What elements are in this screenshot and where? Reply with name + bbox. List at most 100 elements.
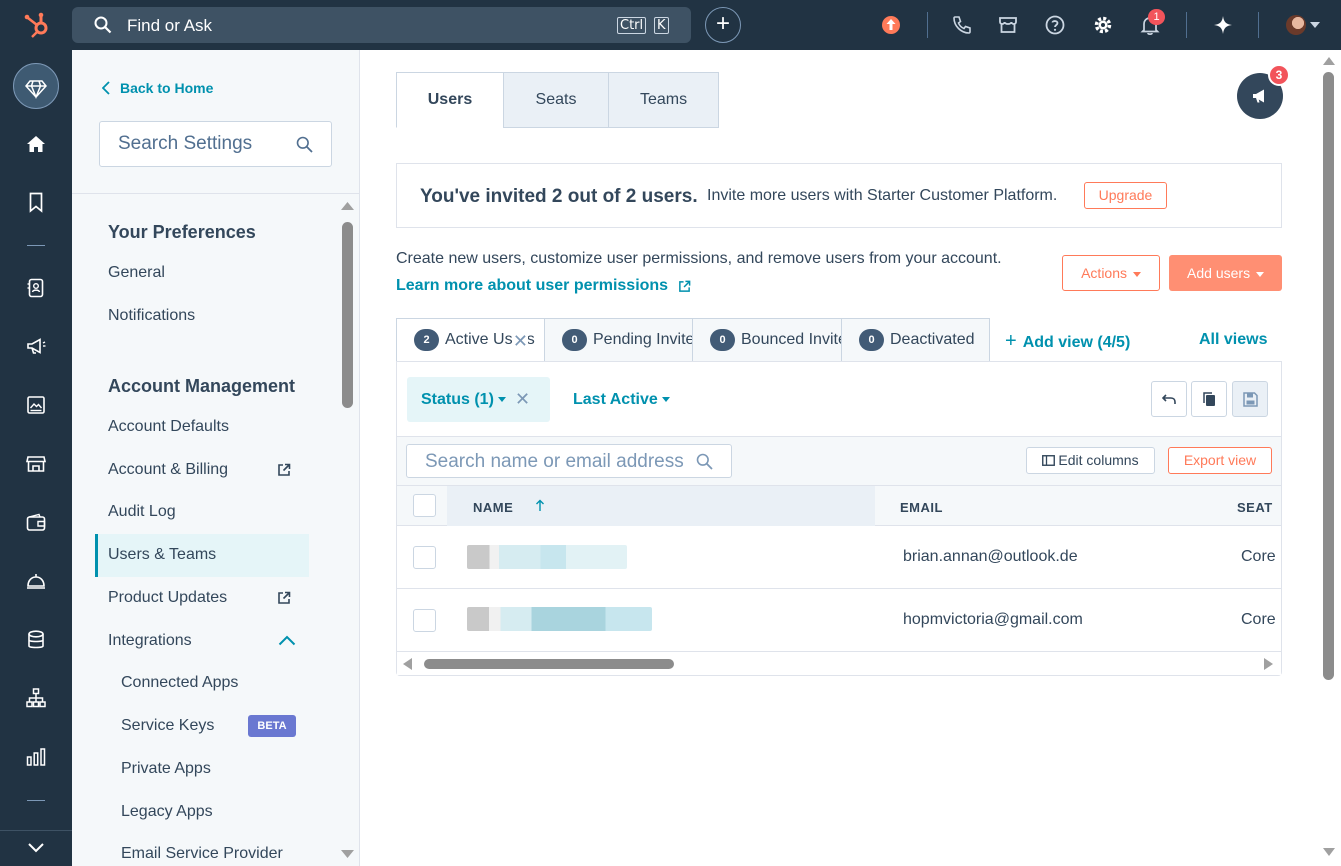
clone-view-button[interactable] xyxy=(1191,381,1227,417)
table-row[interactable]: brian.annan@outlook.de Core xyxy=(397,526,1281,589)
contacts-icon[interactable] xyxy=(24,276,48,300)
settings-gear-icon[interactable] xyxy=(1091,13,1115,37)
learn-more-permissions-link[interactable]: Learn more about user permissions xyxy=(396,277,691,295)
table-scroll-thumb[interactable] xyxy=(424,659,674,669)
sidebar-scrollbar[interactable] xyxy=(340,200,354,864)
add-users-button[interactable]: Add users xyxy=(1169,255,1282,291)
scroll-down-arrow-icon[interactable] xyxy=(1323,848,1335,857)
sidebar-item-private-apps[interactable]: Private Apps xyxy=(121,760,211,778)
back-to-home-label: Back to Home xyxy=(120,80,214,96)
hubspot-logo-icon[interactable] xyxy=(22,10,52,40)
content-icon[interactable] xyxy=(24,393,48,417)
sidebar-item-audit-log[interactable]: Audit Log xyxy=(108,503,176,521)
chevron-up-icon[interactable] xyxy=(278,635,296,646)
marketplace-icon[interactable] xyxy=(996,13,1020,37)
global-search[interactable]: Find or Ask Ctrl K xyxy=(72,7,691,43)
sidebar-item-integrations[interactable]: Integrations xyxy=(108,632,192,650)
primary-nav xyxy=(0,50,72,866)
column-header-email[interactable]: EMAIL xyxy=(900,500,943,515)
add-view-button[interactable]: + Add view (4/5) xyxy=(1005,330,1130,353)
reset-view-button[interactable] xyxy=(1151,381,1187,417)
scroll-up-arrow-icon[interactable] xyxy=(1323,56,1335,65)
nav-expand-area[interactable] xyxy=(0,830,72,866)
upgrade-icon[interactable] xyxy=(879,13,903,37)
user-avatar-name-redacted xyxy=(467,607,652,631)
reports-bar-chart-icon[interactable] xyxy=(24,745,48,769)
last-active-filter[interactable]: Last Active xyxy=(573,391,671,409)
avatar[interactable] xyxy=(1286,15,1306,35)
sidebar-item-product-updates[interactable]: Product Updates xyxy=(108,589,227,607)
scroll-up-arrow-icon[interactable] xyxy=(341,200,354,210)
sidebar-item-notifications[interactable]: Notifications xyxy=(108,307,195,325)
status-filter-chip[interactable]: Status (1) ✕ xyxy=(407,377,550,422)
tab-users[interactable]: Users xyxy=(396,72,504,128)
chevron-down-icon[interactable] xyxy=(1310,22,1320,28)
shortcut-k: K xyxy=(654,17,669,34)
table-search-input[interactable] xyxy=(425,451,685,473)
view-tab-active-users[interactable]: 2 Active Users ✕ xyxy=(396,318,545,362)
caret-down-icon xyxy=(1255,271,1264,277)
scroll-left-arrow-icon[interactable] xyxy=(402,658,412,670)
megaphone-icon[interactable] xyxy=(24,334,48,358)
actions-dropdown-button[interactable]: Actions xyxy=(1062,255,1160,291)
database-icon[interactable] xyxy=(24,628,48,652)
sidebar-item-account-defaults[interactable]: Account Defaults xyxy=(108,418,229,436)
row-checkbox[interactable] xyxy=(413,546,436,569)
phone-icon[interactable] xyxy=(950,13,974,37)
user-seat: Core xyxy=(1241,611,1276,628)
settings-search[interactable] xyxy=(99,121,332,167)
upgrade-button[interactable]: Upgrade xyxy=(1084,182,1167,209)
column-header-seat[interactable]: SEAT xyxy=(1237,500,1273,515)
view-tabs: 2 Active Users ✕ 0 Pending Invites 0 Bou… xyxy=(396,318,990,362)
view-tab-deactivated[interactable]: 0 Deactivated xyxy=(841,318,990,362)
sort-ascending-arrow-icon[interactable] xyxy=(535,499,545,512)
sidebar-item-account-billing[interactable]: Account & Billing xyxy=(108,461,228,479)
service-bell-icon[interactable] xyxy=(24,569,48,593)
ai-sparkle-icon[interactable] xyxy=(1211,13,1235,37)
view-tab-bounced-invites[interactable]: 0 Bounced Invites xyxy=(692,318,842,362)
page-scrollbar[interactable] xyxy=(1322,52,1336,862)
section-your-preferences: Your Preferences xyxy=(108,222,256,242)
sidebar-item-legacy-apps[interactable]: Legacy Apps xyxy=(121,803,213,821)
caret-down-icon xyxy=(498,397,507,403)
diamond-icon[interactable] xyxy=(24,76,48,100)
invite-limit-banner: You've invited 2 out of 2 users. Invite … xyxy=(396,163,1282,228)
tab-teams[interactable]: Teams xyxy=(608,72,719,128)
close-view-icon[interactable]: ✕ xyxy=(512,331,528,352)
scroll-right-arrow-icon[interactable] xyxy=(1264,658,1274,670)
sidebar-item-service-keys[interactable]: Service Keys xyxy=(121,717,214,735)
sidebar-item-email-service-provider[interactable]: Email Service Provider xyxy=(121,845,283,863)
all-views-link[interactable]: All views xyxy=(1199,331,1267,349)
beta-badge: BETA xyxy=(248,715,296,737)
announcements-button[interactable]: 3 xyxy=(1237,64,1290,119)
export-view-button[interactable]: Export view xyxy=(1168,447,1272,474)
home-icon[interactable] xyxy=(24,132,48,156)
tab-seats[interactable]: Seats xyxy=(503,72,609,128)
sidebar-scroll-thumb[interactable] xyxy=(342,222,353,408)
caret-down-icon xyxy=(662,397,671,403)
commerce-store-icon[interactable] xyxy=(24,452,48,476)
create-button[interactable]: + xyxy=(705,7,741,43)
row-checkbox[interactable] xyxy=(413,609,436,632)
clear-filter-icon[interactable]: ✕ xyxy=(515,389,530,410)
settings-search-input[interactable] xyxy=(118,133,288,155)
undo-icon xyxy=(1162,394,1176,404)
sidebar-item-general[interactable]: General xyxy=(108,264,165,282)
column-header-name[interactable]: NAME xyxy=(473,500,513,515)
view-tab-pending-invites[interactable]: 0 Pending Invites xyxy=(544,318,693,362)
scroll-down-arrow-icon[interactable] xyxy=(341,850,354,860)
save-view-button[interactable] xyxy=(1232,381,1268,417)
table-row[interactable]: hopmvictoria@gmail.com Core xyxy=(397,589,1281,652)
back-to-home-link[interactable]: Back to Home xyxy=(102,80,213,96)
org-chart-icon[interactable] xyxy=(24,686,48,710)
page-scroll-thumb[interactable] xyxy=(1323,72,1334,680)
sidebar-item-connected-apps[interactable]: Connected Apps xyxy=(121,674,238,692)
select-all-checkbox[interactable] xyxy=(413,494,436,517)
bookmark-icon[interactable] xyxy=(24,190,48,214)
chevron-down-icon[interactable] xyxy=(27,842,45,854)
table-search[interactable] xyxy=(406,444,732,478)
table-horizontal-scrollbar[interactable] xyxy=(397,652,1281,675)
wallet-icon[interactable] xyxy=(24,511,48,535)
help-icon[interactable] xyxy=(1043,13,1067,37)
edit-columns-button[interactable]: Edit columns xyxy=(1026,447,1155,474)
